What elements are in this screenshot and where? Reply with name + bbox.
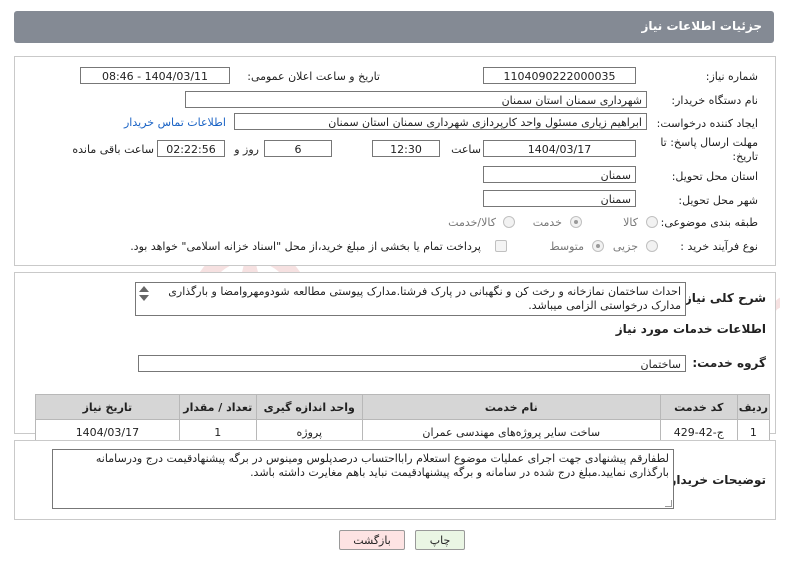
category-radio-service[interactable]: [570, 216, 582, 228]
deadline-label: مهلت ارسال پاسخ: تا: [660, 136, 758, 149]
process-option-minor: جزیی: [612, 240, 638, 253]
category-radio-goods[interactable]: [646, 216, 658, 228]
description-text: احداث ساختمان نمازخانه و رخت کن و نگهبان…: [168, 285, 681, 312]
buyer-notes-label: توضیحات خریدار:: [664, 473, 766, 487]
resize-handle-icon[interactable]: [665, 500, 672, 507]
category-option-goods: کالا: [623, 216, 638, 229]
need-number-label: شماره نیاز:: [705, 70, 758, 83]
remaining-time-label: ساعت باقی مانده: [72, 143, 154, 156]
need-info-panel: [14, 56, 776, 266]
page-header: جزئیات اطلاعات نیاز: [14, 11, 774, 43]
city-field[interactable]: سمنان: [483, 190, 636, 207]
buyer-org-label: نام دستگاه خریدار:: [671, 94, 758, 107]
description-label: شرح کلی نیاز:: [680, 291, 766, 305]
page-title: جزئیات اطلاعات نیاز: [641, 19, 762, 33]
deadline-label-date: تاریخ:: [732, 150, 758, 163]
process-type-label: نوع فرآیند خرید :: [680, 240, 758, 253]
service-group-label: گروه خدمت:: [692, 356, 766, 370]
process-radio-medium[interactable]: [592, 240, 604, 252]
deadline-time-label: ساعت: [451, 143, 481, 156]
col-quantity: تعداد / مقدار: [178, 394, 257, 420]
table-header-row: ردیف کد خدمت نام خدمت واحد اندازه گیری ت…: [35, 394, 771, 420]
services-section-title: اطلاعات خدمات مورد نیاز: [615, 322, 766, 336]
category-label: طبقه بندی موضوعی:: [660, 216, 758, 229]
process-radio-minor[interactable]: [646, 240, 658, 252]
col-need-date: تاریخ نیاز: [35, 394, 180, 420]
deadline-date-field[interactable]: 1404/03/17: [483, 140, 636, 157]
announce-field[interactable]: 1404/03/11 - 08:46: [80, 67, 230, 84]
buyer-notes-text: لطفارقم پیشنهادی جهت اجرای عملیات موضوع …: [95, 452, 669, 479]
service-group-field[interactable]: ساختمان: [138, 355, 686, 372]
remaining-time-field[interactable]: 02:22:56: [157, 140, 225, 157]
category-option-service: خدمت: [532, 216, 562, 229]
requester-field[interactable]: ابراهیم زیاری مسئول واحد کارپردازی شهردا…: [234, 113, 647, 130]
days-label: روز و: [234, 143, 259, 156]
treasury-payment-note: پرداخت تمام یا بخشی از مبلغ خرید،از محل …: [130, 240, 481, 253]
category-radio-goods-service[interactable]: [503, 216, 515, 228]
province-field[interactable]: سمنان: [483, 166, 636, 183]
scroll-down-icon[interactable]: [139, 295, 149, 301]
process-option-medium: متوسط: [549, 240, 584, 253]
province-label: استان محل تحویل:: [671, 170, 758, 183]
category-option-goods-service: کالا/خدمت: [448, 216, 496, 229]
col-service-code: کد خدمت: [659, 394, 738, 420]
need-number-field[interactable]: 1104090222000035: [483, 67, 636, 84]
buyer-contact-link[interactable]: اطلاعات تماس خریدار: [124, 116, 226, 129]
treasury-payment-checkbox[interactable]: [495, 240, 507, 252]
services-table: ردیف کد خدمت نام خدمت واحد اندازه گیری ت…: [35, 394, 771, 446]
col-service-name: نام خدمت: [361, 394, 661, 420]
requester-label: ایجاد کننده درخواست:: [656, 117, 758, 130]
col-row-number: ردیف: [736, 394, 771, 420]
deadline-time-field[interactable]: 12:30: [372, 140, 440, 157]
description-textarea[interactable]: احداث ساختمان نمازخانه و رخت کن و نگهبان…: [135, 282, 686, 316]
days-field[interactable]: 6: [264, 140, 332, 157]
print-button[interactable]: چاپ: [415, 530, 465, 550]
scroll-up-icon[interactable]: [139, 286, 149, 292]
back-button[interactable]: بازگشت: [339, 530, 405, 550]
city-label: شهر محل تحویل:: [678, 194, 758, 207]
col-unit: واحد اندازه گیری: [255, 394, 363, 420]
buyer-org-field[interactable]: شهرداری سمنان استان سمنان: [185, 91, 647, 108]
announce-label: تاریخ و ساعت اعلان عمومی:: [247, 70, 380, 83]
buyer-notes-textarea[interactable]: لطفارقم پیشنهادی جهت اجرای عملیات موضوع …: [52, 449, 674, 509]
